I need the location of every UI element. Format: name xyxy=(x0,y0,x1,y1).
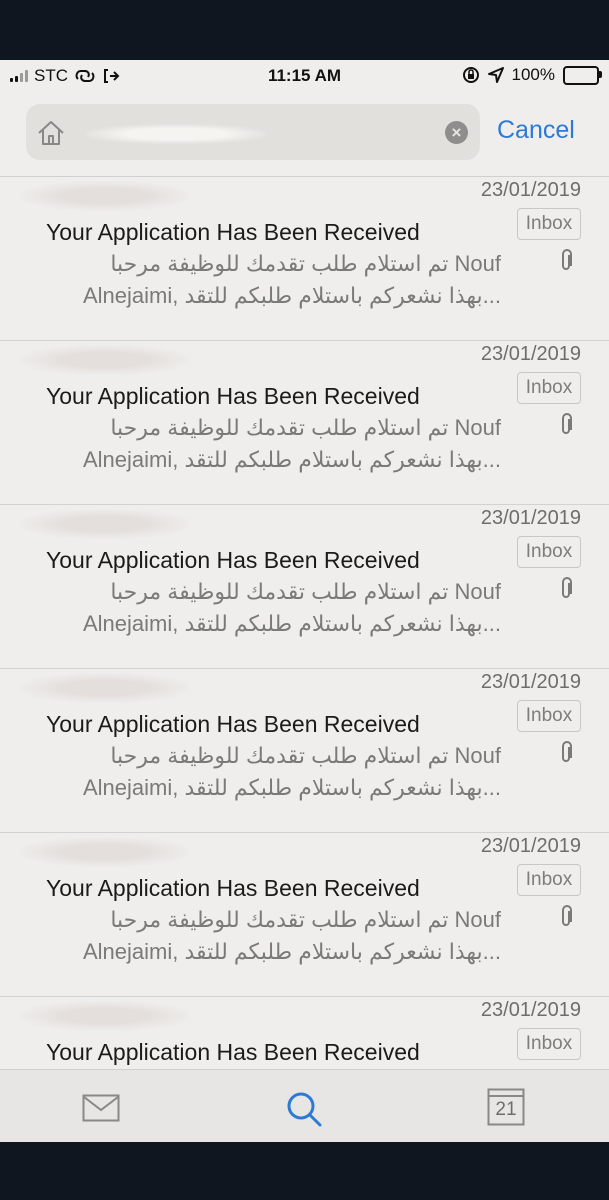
email-subject: Your Application Has Been Received xyxy=(46,711,420,737)
email-preview: تم استلام طلب تقدمك للوظيفة مرحبا Nouf A… xyxy=(46,904,501,968)
email-date: 23/01/2019 xyxy=(480,179,581,201)
email-date: 23/01/2019 xyxy=(480,835,581,857)
attachment-icon xyxy=(562,905,572,926)
email-subject: Your Application Has Been Received xyxy=(46,875,420,901)
email-date: 23/01/2019 xyxy=(480,507,581,529)
tab-bar: 21 xyxy=(0,1069,609,1142)
email-preview-line1: تم استلام طلب تقدمك للوظيفة مرحبا Nouf xyxy=(110,743,501,768)
email-preview: تم استلام طلب تقدمك للوظيفة مرحبا Nouf A… xyxy=(46,576,501,640)
sender-name xyxy=(20,181,190,211)
email-preview-line1: تم استلام طلب تقدمك للوظيفة مرحبا Nouf xyxy=(110,579,501,604)
folder-badge: Inbox xyxy=(517,208,581,240)
attachment-icon xyxy=(562,249,572,270)
sender-name xyxy=(20,509,190,539)
home-icon xyxy=(38,121,64,145)
email-results-list[interactable]: 23/01/2019 Inbox Your Application Has Be… xyxy=(0,177,609,1069)
email-row[interactable]: 23/01/2019 Inbox Your Application Has Be… xyxy=(0,505,609,669)
battery-percent: 100% xyxy=(511,65,555,84)
location-icon xyxy=(487,67,504,83)
email-preview: تم استلام طلب تقدمك للوظيفة مرحبا Nouf A… xyxy=(46,412,501,476)
email-preview: تم استلام طلب تقدمك للوظيفة مرحبا Nouf A… xyxy=(46,740,501,804)
folder-badge: Inbox xyxy=(517,372,581,404)
attachment-icon xyxy=(562,413,572,434)
attachment-icon xyxy=(562,577,572,598)
email-preview-line1: تم استلام طلب تقدمك للوظيفة مرحبا Nouf xyxy=(110,415,501,440)
email-subject: Your Application Has Been Received xyxy=(46,383,420,409)
battery-icon xyxy=(563,65,602,85)
email-preview-line2: Alnejaimi, بهذا نشعركم باستلام طلبكم للت… xyxy=(83,611,501,636)
search-input[interactable] xyxy=(86,124,266,144)
status-bar: STC 11:15 AM 100% xyxy=(0,60,609,92)
email-preview-line1: تم استلام طلب تقدمك للوظيفة مرحبا Nouf xyxy=(110,907,501,932)
email-preview-line2: Alnejaimi, بهذا نشعركم باستلام طلبكم للت… xyxy=(83,775,501,800)
sender-name xyxy=(20,1001,190,1031)
attachment-icon xyxy=(562,741,572,762)
email-row[interactable]: 23/01/2019 Inbox Your Application Has Be… xyxy=(0,669,609,833)
email-subject: Your Application Has Been Received xyxy=(46,219,420,245)
folder-badge: Inbox xyxy=(517,700,581,732)
mail-search-screen: STC 11:15 AM 100% × Cancel 23/01/2019 In… xyxy=(0,60,609,1142)
envelope-icon[interactable] xyxy=(82,1094,120,1122)
email-preview: تم استلام طلب تقدمك للوظيفة مرحبا Nouf A… xyxy=(46,248,501,312)
email-preview-line1: تم استلام طلب تقدمك للوظيفة مرحبا Nouf xyxy=(110,251,501,276)
folder-badge: Inbox xyxy=(517,1028,581,1060)
folder-badge: Inbox xyxy=(517,536,581,568)
search-field[interactable]: × xyxy=(26,104,480,160)
email-row[interactable]: 23/01/2019 Inbox Your Application Has Be… xyxy=(0,177,609,341)
email-preview-line2: Alnejaimi, بهذا نشعركم باستلام طلبكم للت… xyxy=(83,283,501,308)
email-date: 23/01/2019 xyxy=(480,343,581,365)
search-icon[interactable] xyxy=(285,1090,323,1128)
clear-search-button[interactable]: × xyxy=(445,121,468,144)
email-subject: Your Application Has Been Received xyxy=(46,1039,420,1065)
email-row[interactable]: 23/01/2019 Inbox Your Application Has Be… xyxy=(0,997,609,1069)
email-preview-line2: Alnejaimi, بهذا نشعركم باستلام طلبكم للت… xyxy=(83,939,501,964)
calendar-day-label: 21 xyxy=(495,1099,517,1120)
sender-name xyxy=(20,673,190,703)
email-preview-line2: Alnejaimi, بهذا نشعركم باستلام طلبكم للت… xyxy=(83,447,501,472)
email-date: 23/01/2019 xyxy=(480,671,581,693)
status-right: 100% xyxy=(462,65,602,85)
email-subject: Your Application Has Been Received xyxy=(46,547,420,573)
calendar-tab[interactable]: 21 xyxy=(487,1088,525,1126)
folder-badge: Inbox xyxy=(517,864,581,896)
email-row[interactable]: 23/01/2019 Inbox Your Application Has Be… xyxy=(0,341,609,505)
sender-name xyxy=(20,345,190,375)
sender-name xyxy=(20,837,190,867)
rotation-lock-icon xyxy=(462,67,479,83)
email-date: 23/01/2019 xyxy=(480,999,581,1021)
email-row[interactable]: 23/01/2019 Inbox Your Application Has Be… xyxy=(0,833,609,997)
cancel-button[interactable]: Cancel xyxy=(497,116,575,145)
